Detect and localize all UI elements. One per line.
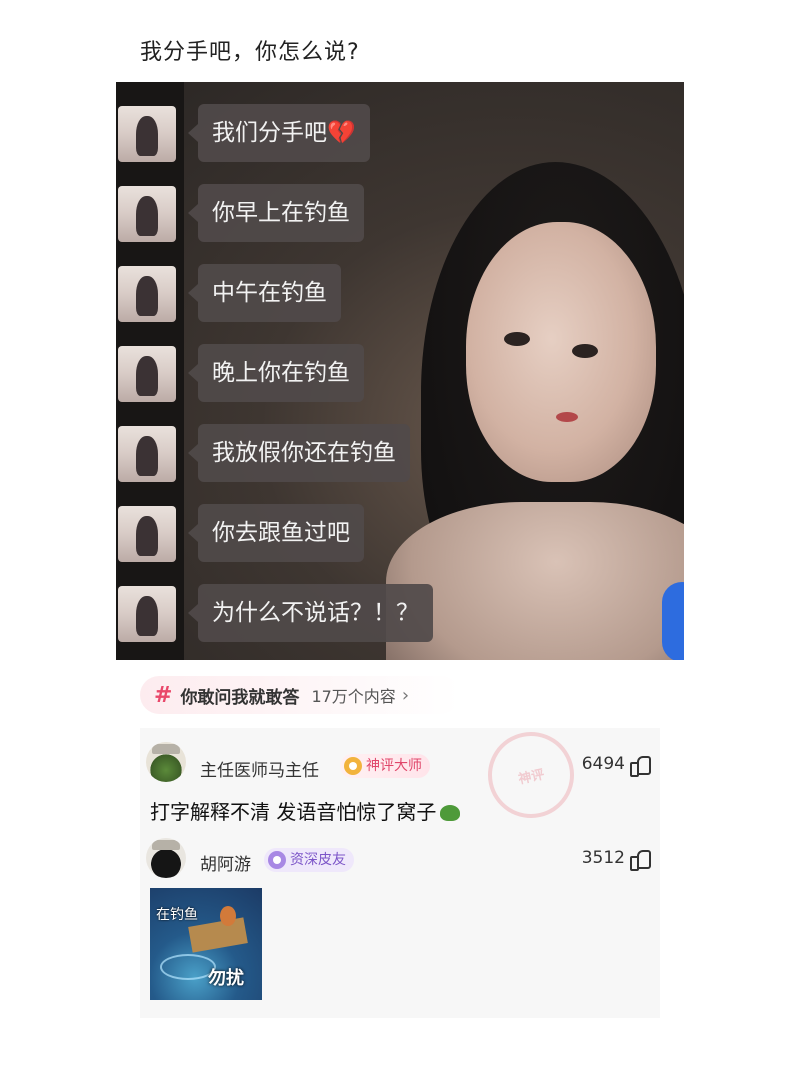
chat-bubble: 你早上在钓鱼: [188, 184, 364, 242]
badge-icon: [268, 851, 286, 869]
user-badge: 神评大师: [340, 754, 430, 778]
chat-bubble: 为什么不说话？！？: [188, 584, 433, 642]
chat-bubble: 你去跟鱼过吧: [188, 504, 364, 562]
chat-bubble: 中午在钓鱼: [188, 264, 341, 322]
thumbs-up-icon: [630, 848, 651, 871]
like-button[interactable]: 3512: [581, 848, 651, 871]
badge-label: 神评大师: [366, 758, 422, 774]
photo-eye-left: [504, 332, 530, 346]
medal-icon: [344, 757, 362, 775]
chat-avatar: [118, 586, 176, 642]
chat-avatar: [118, 106, 176, 162]
side-button: [662, 582, 684, 660]
frog-emoji-icon: [440, 805, 461, 821]
topic-tag[interactable]: # 你敢问我就敢答 17万个内容 ›: [140, 676, 460, 714]
thumbs-up-icon: [630, 754, 651, 777]
chat-screenshot-image[interactable]: 我们分手吧💔 你早上在钓鱼 中午在钓鱼 晚上你在钓鱼 我放假你还在钓鱼 你去跟鱼…: [116, 82, 684, 660]
chat-bubble: 我放假你还在钓鱼: [188, 424, 410, 482]
hat-icon: [152, 840, 180, 850]
like-button[interactable]: 6494: [581, 754, 651, 777]
topic-count: 17万个内容: [311, 687, 396, 706]
chevron-right-icon: ›: [401, 684, 410, 706]
like-count: 3512: [581, 848, 625, 868]
post-title: 我分手吧，你怎么说?: [140, 40, 360, 65]
hash-icon: #: [154, 682, 173, 708]
chat-bubble: 我们分手吧💔: [188, 104, 370, 162]
chat-avatar: [118, 426, 176, 482]
sticker-image[interactable]: 在钓鱼 勿扰: [150, 888, 262, 1000]
chat-avatar: [118, 506, 176, 562]
chat-avatar: [118, 186, 176, 242]
sticker-top-text: 在钓鱼: [156, 907, 198, 923]
chat-avatar: [118, 266, 176, 322]
badge-label: 资深皮友: [290, 852, 346, 868]
comment-username[interactable]: 胡阿游: [200, 850, 251, 875]
photo-lip: [556, 412, 578, 422]
photo-face: [466, 222, 656, 482]
comments-card: 神评 主任医师马主任 神评大师 6494 打字解释不清 发语音怕惊了窝子 胡阿游…: [140, 723, 660, 1018]
hat-icon: [152, 744, 180, 754]
chat-avatar: [118, 346, 176, 402]
comment-username[interactable]: 主任医师马主任: [200, 756, 319, 781]
user-badge: 资深皮友: [264, 848, 354, 872]
chat-bubble: 晚上你在钓鱼: [188, 344, 364, 402]
sticker-bottom-text: 勿扰: [208, 968, 244, 989]
avatar[interactable]: [146, 742, 186, 782]
comment-text: 打字解释不清 发语音怕惊了窝子: [150, 796, 461, 825]
like-count: 6494: [581, 754, 625, 774]
comment-text-body: 打字解释不清 发语音怕惊了窝子: [150, 800, 437, 824]
avatar[interactable]: [146, 838, 186, 878]
photo-eye-right: [572, 344, 598, 358]
stamp-watermark: 神评: [479, 723, 583, 827]
fisher-figure: [220, 906, 236, 926]
topic-name: 你敢问我就敢答: [180, 687, 300, 708]
